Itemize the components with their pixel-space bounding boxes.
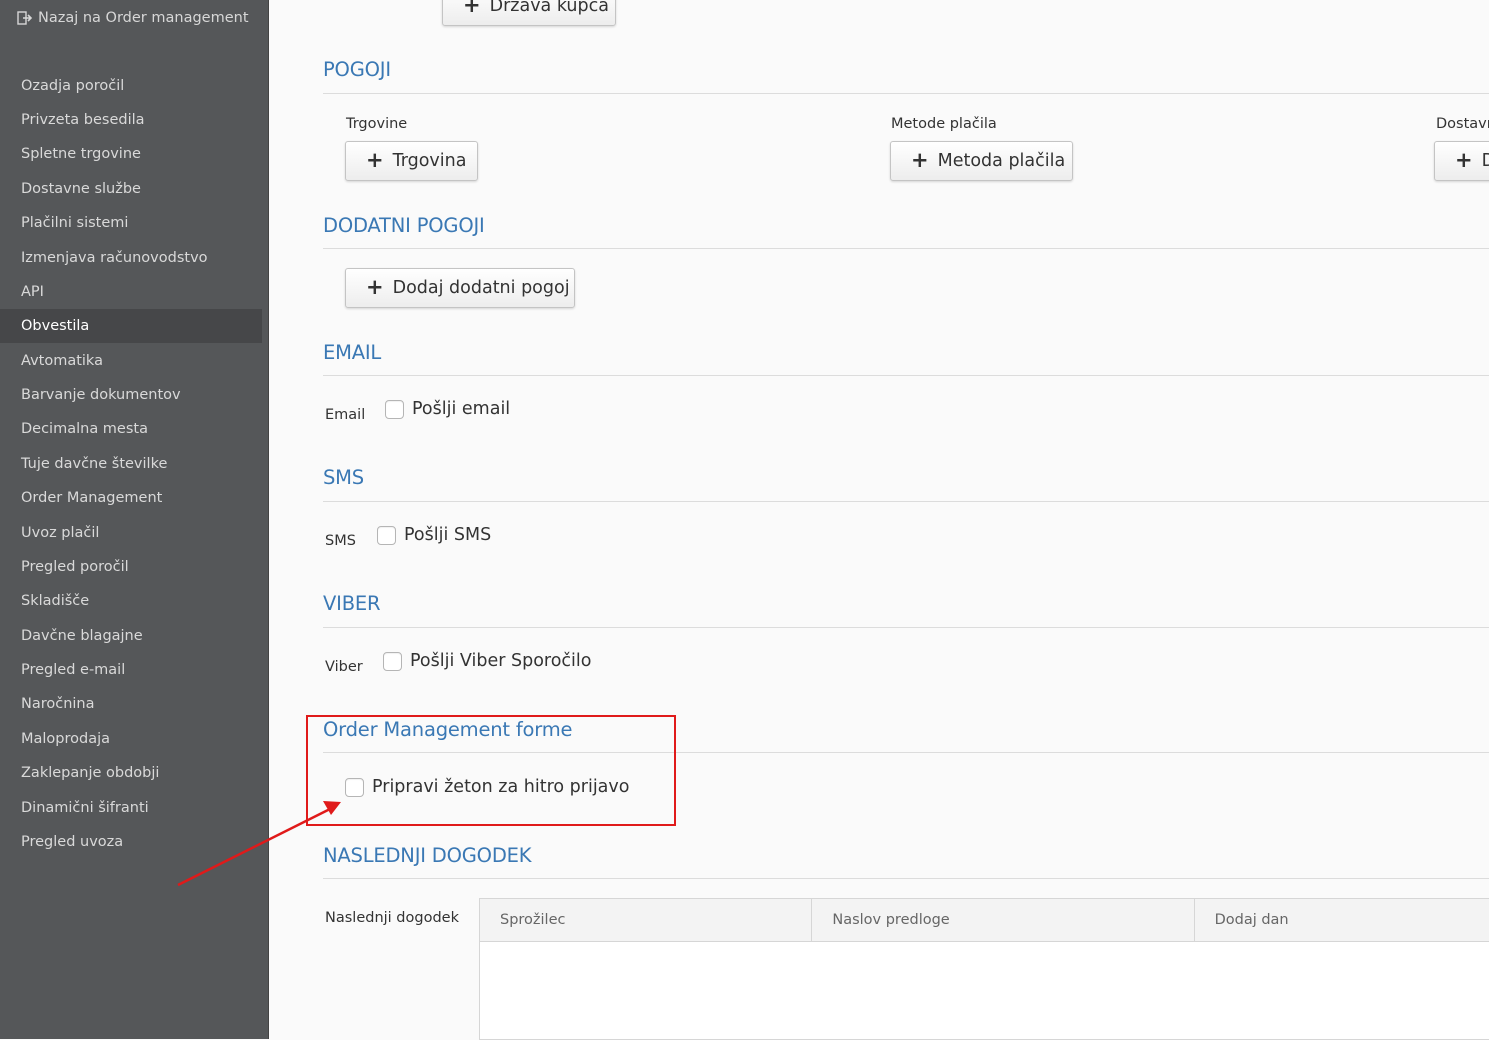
plus-icon: + [366,147,384,172]
section-title-next-event: NASLEDNJI DOGODEK [323,844,532,867]
column-header-trigger[interactable]: Sprožilec [480,899,813,941]
column-header-template-title[interactable]: Naslov predloge [812,899,1195,941]
divider [323,248,1489,249]
payment-methods-label: Metode plačila [891,116,997,132]
add-delivery-button[interactable]: + D [1434,141,1489,181]
sidebar-item[interactable]: Decimalna mesta [0,412,262,446]
send-viber-checkbox[interactable] [383,651,402,671]
country-button[interactable]: + Država kupca [442,0,616,26]
next-event-table: Sprožilec Naslov predloge Dodaj dan [479,898,1489,1040]
next-event-label: Naslednji dogodek [325,910,459,926]
sidebar: Nazaj na Order management Ozadja poročil… [0,0,269,1039]
back-link-label: Nazaj na Order management [38,10,249,26]
section-title-viber: VIBER [323,592,381,615]
sidebar-item[interactable]: Barvanje dokumentov [0,378,262,412]
section-title-pogoji: POGOJI [323,58,391,81]
send-viber-option[interactable]: Pošlji Viber Sporočilo [383,651,591,671]
email-label: Email [325,407,366,423]
divider [323,93,1489,94]
sidebar-item[interactable]: Uvoz plačil [0,516,262,550]
section-title-email: EMAIL [323,341,382,364]
table-header: Sprožilec Naslov predloge Dodaj dan [480,899,1489,942]
annotation-highlight-box [306,715,676,826]
sidebar-item[interactable]: Order Management [0,481,262,515]
viber-label: Viber [325,659,363,675]
sidebar-item[interactable]: Pregled e-mail [0,653,262,687]
sidebar-item[interactable]: Ozadja poročil [0,69,262,103]
add-payment-method-button[interactable]: + Metoda plačila [890,141,1073,181]
sidebar-item[interactable]: Dinamični šifranti [0,791,262,825]
plus-icon: + [911,147,929,172]
divider [323,501,1489,502]
plus-icon: + [366,274,384,299]
sidebar-item[interactable]: Maloprodaja [0,722,262,756]
sidebar-item[interactable]: Izmenjava računovodstvo [0,241,262,275]
sidebar-item[interactable]: Pregled poročil [0,550,262,584]
sidebar-item[interactable]: Zaklepanje obdobji [0,756,262,790]
sidebar-item[interactable]: Spletne trgovine [0,137,262,171]
delivery-label: Dostavne [1436,116,1489,132]
stores-label: Trgovine [346,116,408,132]
sidebar-item[interactable]: Skladišče [0,584,262,618]
sidebar-item[interactable]: Avtomatika [0,344,262,378]
sidebar-item[interactable]: Davčne blagajne [0,619,262,653]
plus-icon: + [1455,147,1473,172]
back-link[interactable]: Nazaj na Order management [17,10,249,26]
sidebar-item[interactable]: Pregled uvoza [0,825,262,859]
sms-label: SMS [325,533,356,549]
add-store-button[interactable]: + Trgovina [345,141,478,181]
send-sms-checkbox[interactable] [377,525,396,545]
sidebar-item[interactable]: Dostavne službe [0,172,262,206]
section-title-additional: DODATNI POGOJI [323,214,485,237]
sidebar-item[interactable]: Plačilni sistemi [0,206,262,240]
divider [323,627,1489,628]
sign-out-icon [17,11,33,25]
sidebar-item[interactable]: Tuje davčne številke [0,447,262,481]
send-email-checkbox[interactable] [385,399,404,419]
column-header-add-day[interactable]: Dodaj dan [1195,899,1489,941]
add-condition-button[interactable]: + Dodaj dodatni pogoj [345,268,575,308]
send-sms-option[interactable]: Pošlji SMS [377,525,491,545]
plus-icon: + [463,0,481,17]
send-email-option[interactable]: Pošlji email [385,399,510,419]
divider [323,375,1489,376]
sidebar-item[interactable]: API [0,275,262,309]
sidebar-item[interactable]: Privzeta besedila [0,103,262,137]
sidebar-item[interactable]: Obvestila [0,309,262,343]
sidebar-item[interactable]: Naročnina [0,687,262,721]
divider [323,878,1489,879]
section-title-sms: SMS [323,466,364,489]
